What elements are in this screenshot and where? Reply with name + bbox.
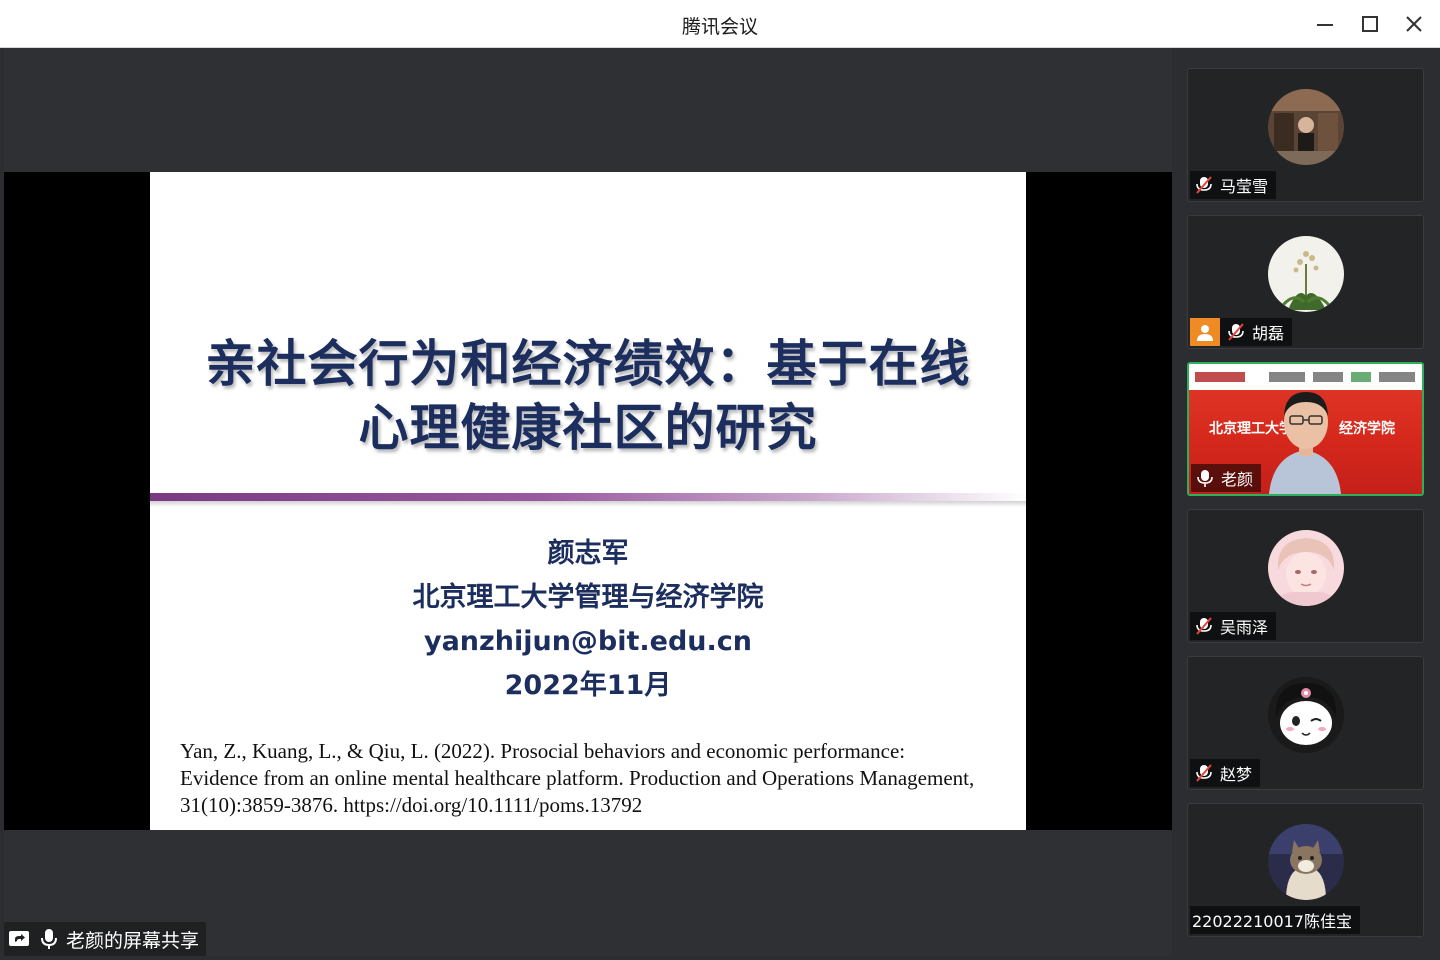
maximize-button[interactable]: [1355, 10, 1385, 38]
screen-share-badge: 老颜的屏幕共享: [4, 922, 206, 956]
participant-tile[interactable]: 吴雨泽: [1187, 509, 1424, 643]
participant-name: 22022210017陈佳宝: [1192, 912, 1352, 931]
reference-line: Yan, Z., Kuang, L., & Qiu, L. (2022). Pr…: [180, 739, 906, 763]
participant-avatar: [1268, 89, 1344, 165]
participant-tile[interactable]: 赵梦: [1187, 656, 1424, 790]
participant-tile[interactable]: 22022210017陈佳宝: [1187, 803, 1424, 937]
participant-avatar: [1268, 824, 1344, 900]
close-button[interactable]: [1399, 10, 1429, 38]
slide-affiliation: 北京理工大学管理与经济学院: [412, 582, 764, 613]
screen-share-icon: [9, 931, 29, 946]
microphone-muted-icon: [1196, 176, 1212, 194]
reference-line: Evidence from an online mental healthcar…: [180, 766, 975, 790]
participant-name: 马莹雪: [1220, 177, 1269, 196]
slide-email: yanzhijun@bit.edu.cn: [423, 626, 753, 657]
participant-nameplate: 胡磊: [1190, 318, 1293, 346]
reference-line: 31(10):3859-3876. https://doi.org/10.111…: [180, 793, 643, 817]
slide-author-block: 颜志军 北京理工大学管理与经济学院 yanzhijun@bit.edu.cn 2…: [150, 532, 1026, 708]
slide-accent-rule: [150, 493, 1026, 501]
participant-nameplate: 老颜: [1191, 464, 1262, 492]
shared-slide: 亲社会行为和经济绩效：基于在线 心理健康社区的研究 颜志军 北京理工大学管理与经…: [150, 172, 1026, 830]
microphone-icon: [41, 929, 57, 949]
microphone-muted-icon: [1228, 323, 1244, 341]
title-bar[interactable]: 腾讯会议: [0, 0, 1440, 48]
participant-tile[interactable]: 胡磊: [1187, 215, 1424, 349]
slide-title-line2: 心理健康社区的研究: [358, 399, 818, 457]
participant-name: 吴雨泽: [1220, 618, 1269, 637]
share-badge-label: 老颜的屏幕共享: [66, 929, 200, 952]
participant-nameplate: 吴雨泽: [1190, 612, 1277, 640]
slide-rule-shadow: [150, 501, 1026, 507]
slide-title: 亲社会行为和经济绩效：基于在线 心理健康社区的研究: [150, 332, 1026, 460]
microphone-muted-icon: [1196, 617, 1212, 635]
window-title: 腾讯会议: [681, 16, 758, 38]
slide-author: 颜志军: [547, 538, 629, 569]
minimize-icon: [1317, 24, 1333, 26]
maximize-icon: [1362, 16, 1378, 32]
host-badge: [1190, 318, 1220, 346]
participant-avatar: [1268, 677, 1344, 753]
participant-nameplate: 马莹雪: [1190, 171, 1277, 199]
close-icon: [1406, 16, 1422, 32]
microphone-muted-icon: [1196, 764, 1212, 782]
participant-avatar: [1268, 530, 1344, 606]
participant-name: 老颜: [1221, 470, 1254, 489]
minimize-button[interactable]: [1310, 10, 1340, 38]
participant-name: 赵梦: [1220, 765, 1253, 784]
host-user-icon: [1197, 325, 1213, 341]
participant-name: 胡磊: [1252, 324, 1285, 343]
microphone-icon: [1197, 470, 1213, 487]
slide-date: 2022年11月: [504, 670, 672, 701]
meeting-window: 腾讯会议 亲社会行为和经济绩效：基于在线 心理健康社区的研究 颜志军 北京理工大…: [0, 0, 1440, 960]
participant-nameplate: 22022210017陈佳宝: [1190, 906, 1360, 934]
participant-tile[interactable]: 马莹雪: [1187, 68, 1424, 202]
participant-avatar: [1268, 236, 1344, 312]
slide-reference: Yan, Z., Kuang, L., & Qiu, L. (2022). Pr…: [180, 738, 1020, 819]
slide-title-line1: 亲社会行为和经济绩效：基于在线: [205, 335, 971, 393]
participant-tile-active-speaker[interactable]: 北京理工大学 经济学院 老颜: [1187, 362, 1424, 496]
participant-nameplate: 赵梦: [1190, 759, 1261, 787]
